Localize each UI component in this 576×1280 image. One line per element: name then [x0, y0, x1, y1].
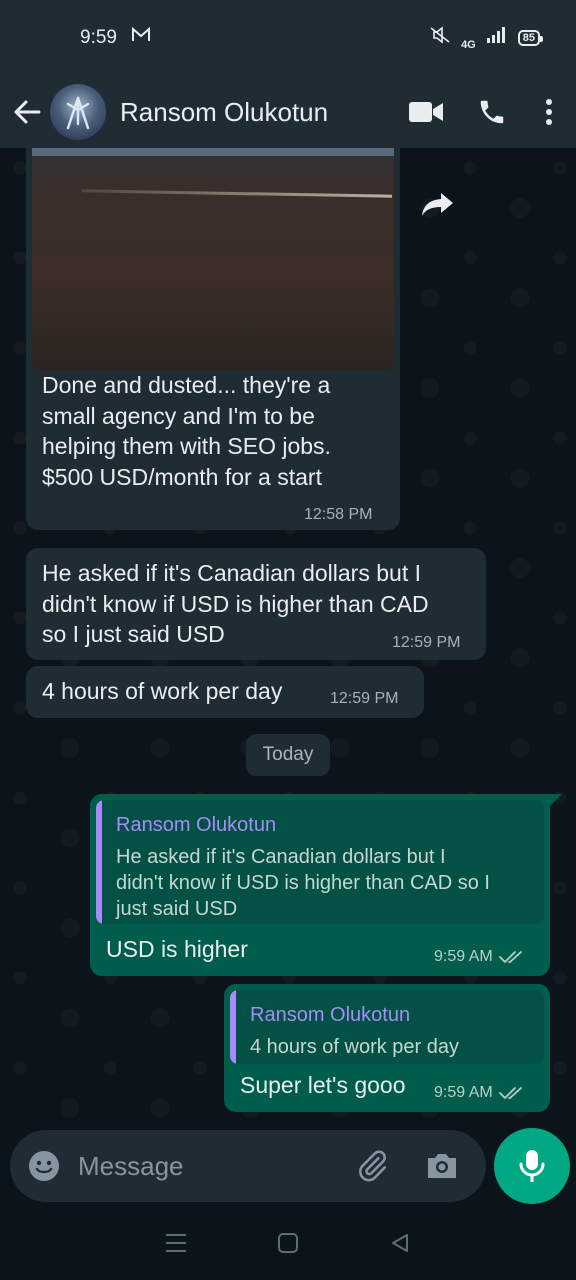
- camera-icon: [428, 1154, 456, 1178]
- back-button[interactable]: [4, 84, 50, 140]
- mute-icon: [429, 26, 451, 50]
- microphone-icon: [519, 1150, 545, 1182]
- message-bubble[interactable]: 4 hours of work per day 12:59 PM: [26, 666, 424, 718]
- battery-indicator: 85: [517, 30, 544, 46]
- image-message[interactable]: Done and dusted... they're a small agenc…: [26, 148, 400, 530]
- voice-message-button[interactable]: [494, 1128, 570, 1204]
- message-meta: 9:59 AM: [434, 1084, 525, 1102]
- message-text: 4 hours of work per day: [42, 678, 283, 704]
- bubble-tail: [548, 794, 562, 808]
- message-time: 9:59 AM: [434, 1084, 493, 1101]
- message-line: He asked if it's Canadian dollars but I: [42, 560, 421, 586]
- message-text: USD is higher: [106, 936, 248, 962]
- quote-author: Ransom Olukotun: [250, 1004, 411, 1026]
- back-arrow-icon: [14, 100, 41, 124]
- contact-name[interactable]: Ransom Olukotun: [120, 97, 404, 128]
- chat-area[interactable]: Done and dusted... they're a small agenc…: [0, 148, 576, 1132]
- quote-line: just said USD: [116, 898, 238, 920]
- outgoing-message[interactable]: Ransom Olukotun 4 hours of work per day …: [224, 984, 550, 1112]
- voice-call-button[interactable]: [470, 84, 514, 140]
- paperclip-icon: [359, 1150, 387, 1182]
- emoji-icon: [29, 1151, 59, 1181]
- read-receipt-icon: [498, 1087, 522, 1100]
- message-meta: 9:59 AM: [434, 948, 525, 966]
- outgoing-message[interactable]: Ransom Olukotun He asked if it's Canadia…: [90, 794, 550, 976]
- video-call-button[interactable]: [404, 84, 448, 140]
- emoji-button[interactable]: [26, 1148, 62, 1184]
- message-photo[interactable]: [32, 148, 394, 370]
- recent-apps-button[interactable]: [165, 1233, 187, 1258]
- back-triangle-icon: [392, 1233, 408, 1252]
- status-time: 9:59: [80, 27, 117, 48]
- more-options-icon: [546, 99, 552, 125]
- attach-button[interactable]: [354, 1146, 390, 1186]
- image-caption: Done and dusted... they're a small agenc…: [42, 370, 392, 492]
- quote-text: He asked if it's Canadian dollars but I …: [116, 844, 536, 922]
- forward-button[interactable]: [416, 182, 460, 226]
- quote-line: He asked if it's Canadian dollars but I: [116, 846, 446, 868]
- chat-header: Ransom Olukotun: [0, 76, 576, 148]
- status-bar: 9:59 4G 85: [0, 0, 576, 76]
- read-receipt-icon: [498, 951, 522, 964]
- avatar[interactable]: [50, 84, 106, 140]
- message-input[interactable]: [78, 1150, 338, 1182]
- quoted-message[interactable]: Ransom Olukotun He asked if it's Canadia…: [96, 800, 544, 924]
- caption-line: helping them with SEO jobs.: [42, 433, 331, 459]
- quoted-message[interactable]: Ransom Olukotun 4 hours of work per day: [230, 990, 544, 1064]
- home-icon: [278, 1232, 298, 1253]
- system-nav-bar: [0, 1210, 576, 1280]
- battery-level: 85: [522, 32, 535, 44]
- quote-line: didn't know if USD is higher than CAD so…: [116, 872, 490, 894]
- message-time: 9:59 AM: [434, 948, 493, 965]
- phone-icon: [480, 100, 504, 124]
- mail-icon: [131, 26, 151, 49]
- back-nav-button[interactable]: [389, 1232, 411, 1259]
- message-time: 12:59 PM: [392, 634, 461, 651]
- caption-line: small agency and I'm to be: [42, 402, 315, 429]
- caption-line: $500 USD/month for a start: [42, 463, 322, 490]
- message-text: Super let's gooo: [240, 1072, 406, 1098]
- message-line: didn't know if USD is higher than CAD: [42, 590, 429, 617]
- message-composer: [10, 1130, 486, 1202]
- caption-line: Done and dusted... they're a: [42, 372, 331, 398]
- camera-button[interactable]: [424, 1146, 460, 1186]
- quote-author: Ransom Olukotun: [116, 814, 277, 836]
- date-divider: Today: [246, 734, 330, 776]
- home-button[interactable]: [277, 1232, 299, 1259]
- message-bubble[interactable]: He asked if it's Canadian dollars but I …: [26, 548, 486, 660]
- network-type: 4G: [461, 39, 476, 51]
- video-call-icon: [409, 102, 443, 122]
- menu-icon: [166, 1233, 186, 1252]
- forward-icon: [422, 193, 453, 216]
- message-time: 12:58 PM: [304, 506, 373, 523]
- quote-text: 4 hours of work per day: [250, 1036, 459, 1058]
- message-time: 12:59 PM: [330, 690, 399, 707]
- more-options-button[interactable]: [536, 84, 562, 140]
- signal-icon: [486, 26, 508, 50]
